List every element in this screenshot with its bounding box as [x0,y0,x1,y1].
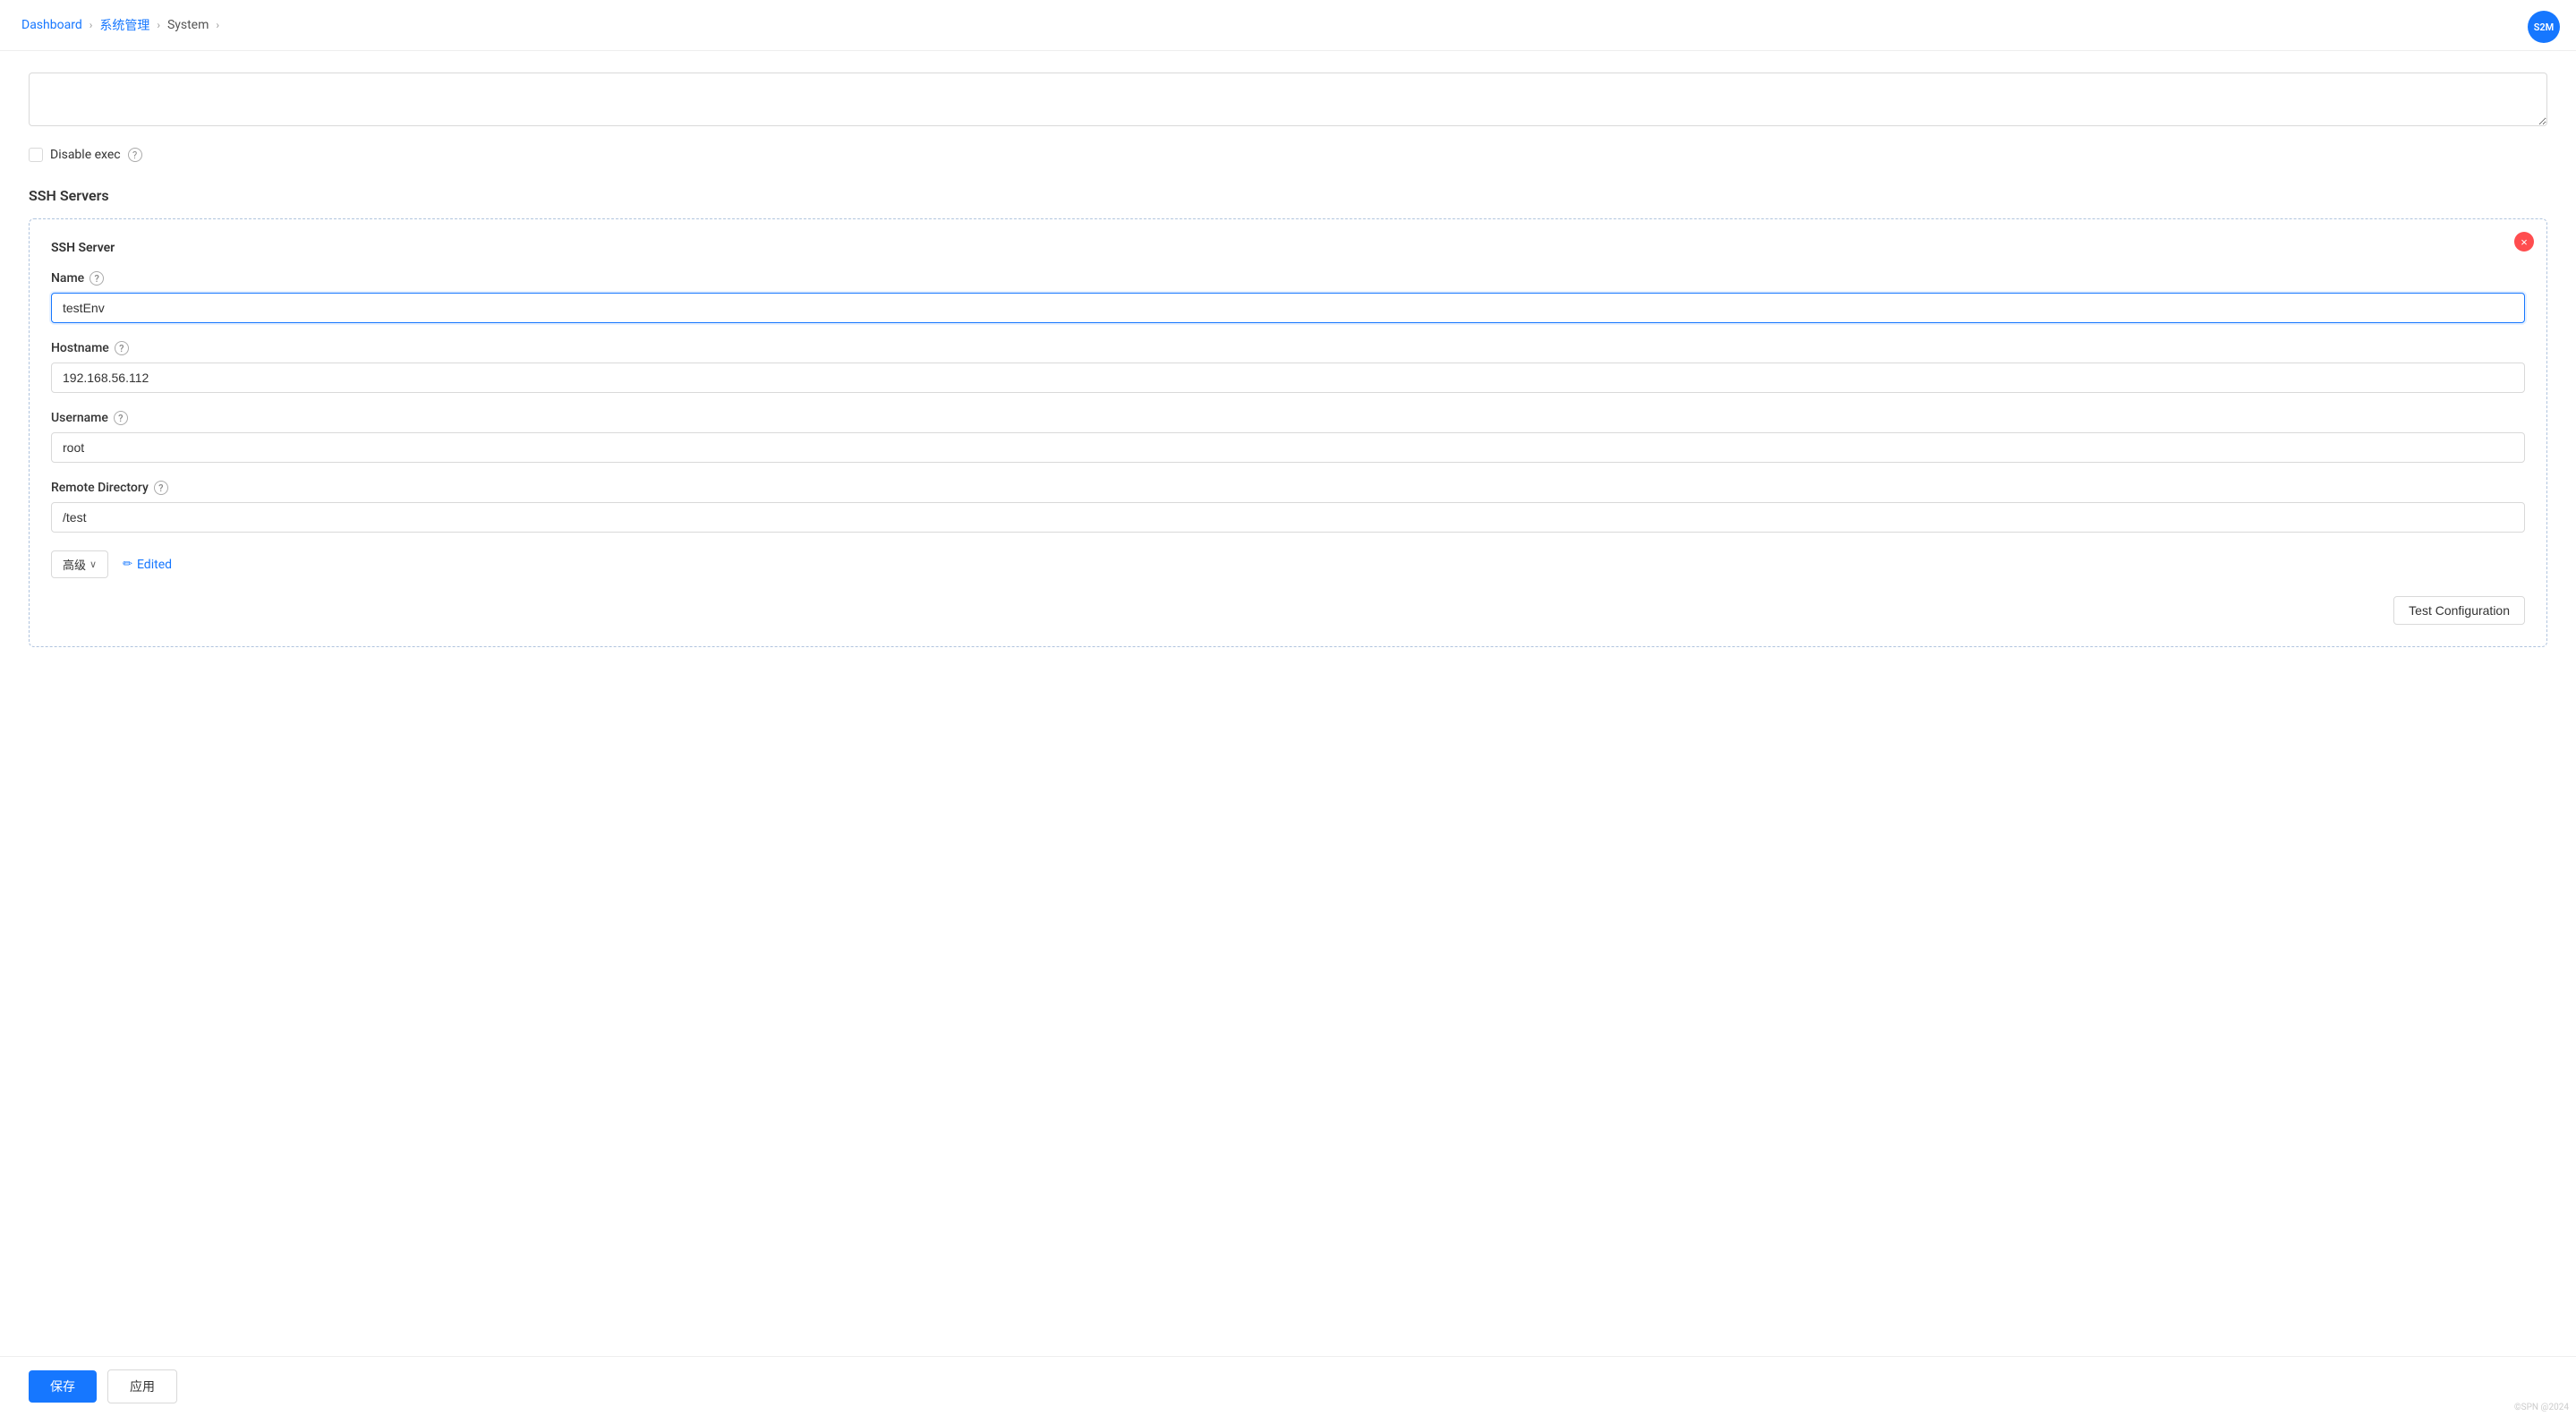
bottom-action-bar: 保存 应用 [0,1356,2576,1416]
ssh-server-card: × SSH Server Name ? Hostname ? [29,218,2547,647]
top-textarea[interactable] [29,73,2547,126]
ssh-server-close-button[interactable]: × [2514,232,2534,252]
hostname-label: Hostname [51,341,109,355]
breadcrumb-sep-2: › [157,19,160,31]
remote-dir-input[interactable] [51,502,2525,533]
hostname-form-group: Hostname ? [51,341,2525,393]
username-input[interactable] [51,432,2525,463]
copyright-text: ©SPN @2024 [2514,1403,2569,1412]
disable-exec-label: Disable exec [50,148,121,162]
name-form-group: Name ? [51,271,2525,323]
breadcrumb-dashboard[interactable]: Dashboard [21,18,82,32]
ssh-servers-title: SSH Servers [29,187,2547,204]
name-label: Name [51,271,84,286]
disable-exec-help-icon[interactable]: ? [128,148,142,162]
save-button[interactable]: 保存 [29,1370,97,1403]
hostname-help-icon[interactable]: ? [115,341,129,355]
ssh-servers-section: SSH Servers × SSH Server Name ? [29,187,2547,647]
edited-text: Edited [137,558,172,572]
name-help-icon[interactable]: ? [90,271,104,286]
remote-dir-form-group: Remote Directory ? [51,481,2525,533]
hostname-input[interactable] [51,363,2525,393]
username-form-group: Username ? [51,411,2525,463]
name-input[interactable] [51,293,2525,323]
username-label: Username [51,411,108,425]
remote-dir-label: Remote Directory [51,481,149,495]
advanced-row: 高级 ∨ ✏ Edited [51,550,2525,578]
chevron-down-icon: ∨ [90,559,97,570]
disable-exec-checkbox[interactable] [29,148,43,162]
breadcrumb: Dashboard › 系统管理 › System › [0,0,2576,51]
test-config-button[interactable]: Test Configuration [2393,596,2525,625]
username-help-icon[interactable]: ? [114,411,128,425]
breadcrumb-sep-1: › [90,19,93,31]
breadcrumb-system: System [167,18,209,32]
avatar[interactable]: S2M [2528,11,2560,43]
advanced-button[interactable]: 高级 ∨ [51,550,108,578]
remote-dir-help-icon[interactable]: ? [154,481,168,495]
breadcrumb-sep-3: › [216,19,219,31]
advanced-button-label: 高级 [63,556,86,573]
edited-label-row[interactable]: ✏ Edited [123,558,172,572]
test-config-row: Test Configuration [51,596,2525,625]
ssh-server-subtitle: SSH Server [51,241,2525,255]
pencil-icon: ✏ [123,558,132,571]
breadcrumb-system-mgmt[interactable]: 系统管理 [99,16,149,34]
apply-button[interactable]: 应用 [107,1369,177,1403]
